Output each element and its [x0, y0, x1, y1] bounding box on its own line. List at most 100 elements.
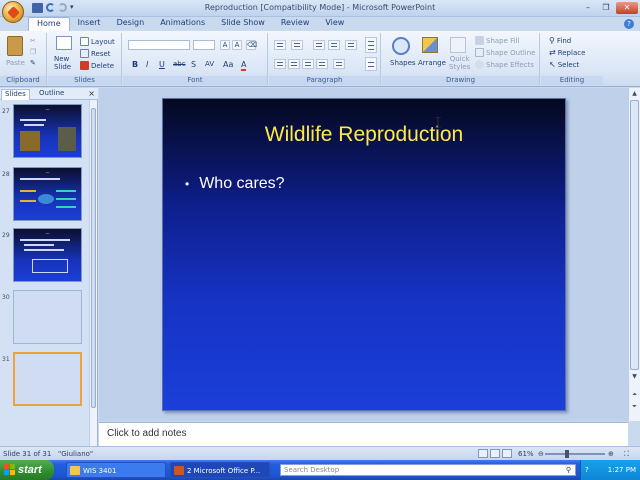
office-logo-icon — [7, 6, 20, 19]
scroll-thumb[interactable] — [630, 100, 639, 370]
slide-thumbnail-29[interactable]: — — [13, 228, 82, 282]
search-icon[interactable]: ⚲ — [566, 465, 571, 476]
font-color-icon[interactable]: A — [241, 60, 247, 71]
help-tray-icon[interactable]: ? — [585, 460, 589, 480]
bullets-icon[interactable] — [274, 40, 286, 50]
start-button[interactable]: start — [0, 460, 54, 480]
previous-slide-icon[interactable]: ⏶ — [630, 390, 639, 399]
slide-show-icon[interactable] — [502, 449, 512, 458]
slide-thumbnail-27[interactable]: — — [13, 104, 82, 158]
select-button[interactable]: ↖ Select — [549, 60, 579, 69]
columns-icon[interactable] — [333, 59, 345, 69]
taskbar-item-powerpoint[interactable]: 2 Microsoft Office P... — [170, 462, 270, 478]
scroll-down-icon[interactable]: ▼ — [630, 372, 639, 381]
new-slide-button[interactable]: New Slide — [54, 55, 76, 71]
font-group: A A ⌫ B I U abc S AV Aa A Font — [123, 33, 268, 85]
paragraph-group: Paragraph — [269, 33, 381, 85]
arrange-button[interactable]: Arrange — [418, 59, 446, 67]
bold-icon[interactable]: B — [132, 60, 138, 69]
slide-sorter-icon[interactable] — [490, 449, 500, 458]
folder-icon — [70, 466, 80, 475]
zoom-slider[interactable] — [545, 453, 605, 455]
align-right-icon[interactable] — [302, 59, 314, 69]
tab-slides[interactable]: Slides — [1, 89, 30, 100]
shrink-font-icon[interactable]: A — [232, 40, 242, 50]
zoom-level[interactable]: 61% — [518, 450, 534, 458]
slide-thumbnail-31[interactable] — [13, 352, 82, 406]
underline-icon[interactable]: U — [159, 60, 165, 69]
find-button[interactable]: ⚲ Find — [549, 36, 571, 45]
justify-icon[interactable] — [316, 59, 328, 69]
tab-insert[interactable]: Insert — [70, 17, 109, 31]
next-slide-icon[interactable]: ⏷ — [630, 402, 639, 411]
delete-button[interactable]: Delete — [80, 61, 114, 70]
shapes-button[interactable]: Shapes — [390, 59, 416, 67]
align-left-icon[interactable] — [274, 59, 286, 69]
office-button[interactable] — [2, 1, 24, 23]
help-icon[interactable]: ? — [624, 19, 634, 29]
normal-view-icon[interactable] — [478, 449, 488, 458]
close-panel-icon[interactable]: × — [88, 89, 95, 98]
tab-slide-show[interactable]: Slide Show — [213, 17, 273, 31]
desktop-search-input[interactable]: Search Desktop ⚲ — [280, 464, 576, 476]
character-spacing-icon[interactable]: AV — [205, 60, 214, 68]
tab-review[interactable]: Review — [273, 17, 318, 31]
layout-button[interactable]: Layout — [80, 37, 115, 46]
scroll-up-icon[interactable]: ▲ — [630, 89, 639, 98]
arrange-icon[interactable] — [422, 37, 438, 53]
replace-button[interactable]: ⇄ Replace — [549, 48, 585, 57]
tab-view[interactable]: View — [317, 17, 352, 31]
panel-scrollbar[interactable] — [89, 100, 97, 446]
new-slide-icon[interactable] — [56, 36, 72, 50]
close-button[interactable]: ✕ — [616, 2, 638, 14]
shape-outline-button[interactable]: Shape Outline — [475, 48, 535, 57]
tab-animations[interactable]: Animations — [152, 17, 213, 31]
format-painter-icon[interactable]: ✎ — [30, 59, 36, 67]
grow-font-icon[interactable]: A — [220, 40, 230, 50]
slide-thumbnail-30[interactable] — [13, 290, 82, 344]
clear-formatting-icon[interactable]: ⌫ — [246, 40, 257, 50]
title-bar: ▾ Reproduction [Compatibility Mode] - Mi… — [0, 0, 640, 17]
quick-styles-icon[interactable] — [450, 37, 466, 53]
shapes-icon[interactable] — [392, 37, 410, 55]
slide-title[interactable]: Wildlife Reproduction — [163, 123, 565, 147]
paste-button[interactable]: Paste — [6, 59, 25, 67]
change-case-icon[interactable]: Aa — [223, 60, 233, 69]
smartart-icon[interactable] — [365, 57, 377, 71]
paste-icon[interactable] — [7, 36, 23, 56]
align-center-icon[interactable] — [288, 59, 300, 69]
quick-styles-button[interactable]: Quick Styles — [449, 55, 470, 71]
zoom-slider-handle[interactable] — [565, 450, 569, 458]
current-slide[interactable]: Wildlife Reproduction • Who cares? — [162, 98, 566, 411]
text-direction-icon[interactable] — [365, 37, 377, 53]
taskbar-item-folder[interactable]: WIS 3401 — [66, 462, 166, 478]
copy-icon[interactable]: ❐ — [30, 48, 36, 56]
shape-effects-button[interactable]: Shape Effects — [475, 60, 534, 69]
fit-to-window-icon[interactable]: ⛶ — [624, 450, 629, 459]
bullet-item[interactable]: • Who cares? — [185, 175, 285, 194]
tab-home[interactable]: Home — [28, 17, 70, 31]
reset-button[interactable]: Reset — [80, 49, 111, 58]
tab-outline[interactable]: Outline — [36, 89, 67, 100]
slide-scrollbar[interactable]: ▲ ▼ ⏶ ⏷ — [628, 88, 640, 421]
font-size-combo[interactable] — [193, 40, 215, 50]
italic-icon[interactable]: I — [146, 60, 148, 69]
numbering-icon[interactable] — [291, 40, 303, 50]
zoom-out-icon[interactable]: ⊖ — [538, 450, 544, 458]
shadow-icon[interactable]: S — [191, 60, 196, 69]
maximize-button[interactable]: ❐ — [598, 2, 614, 14]
slide-thumbnail-28[interactable]: — — [13, 167, 82, 221]
tab-design[interactable]: Design — [109, 17, 153, 31]
notes-pane[interactable]: Click to add notes — [99, 422, 628, 446]
panel-scroll-thumb[interactable] — [91, 108, 96, 408]
cut-icon[interactable]: ✂ — [30, 37, 36, 45]
font-name-combo[interactable] — [128, 40, 190, 50]
line-spacing-icon[interactable] — [345, 40, 357, 50]
increase-indent-icon[interactable] — [328, 40, 340, 50]
thumb-image — [20, 131, 40, 151]
shape-fill-button[interactable]: Shape Fill — [475, 36, 520, 45]
zoom-in-icon[interactable]: ⊕ — [608, 450, 614, 458]
decrease-indent-icon[interactable] — [313, 40, 325, 50]
strikethrough-icon[interactable]: abc — [173, 60, 186, 68]
minimize-button[interactable]: – — [580, 2, 596, 14]
